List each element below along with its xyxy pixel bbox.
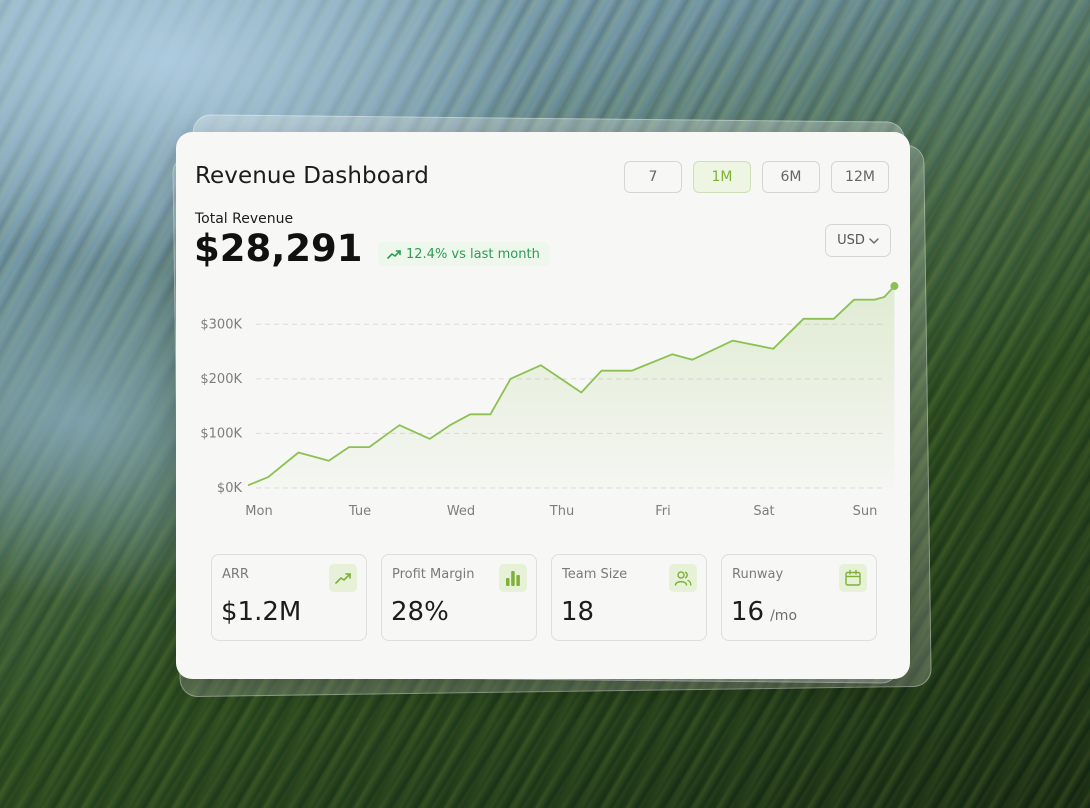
x-tick-label: Fri: [655, 504, 671, 519]
revenue-chart: $0K $100K $200K $300K Mon Tue Wed Thu Fri Sat Sun: [200, 282, 899, 519]
x-tick-label: Thu: [549, 504, 574, 519]
x-tick-label: Sat: [753, 504, 774, 519]
stat-label: Profit Margin: [392, 567, 475, 582]
stat-card-arr: ARR $1.2M: [211, 554, 367, 641]
bar-chart-icon: [499, 564, 527, 592]
stat-value: 16/mo: [731, 597, 798, 627]
stat-card-team-size: Team Size 18: [551, 554, 707, 641]
stat-label: Runway: [732, 567, 784, 582]
x-tick-label: Sun: [853, 504, 878, 519]
x-tick-label: Mon: [245, 504, 272, 519]
stat-value: $1.2M: [221, 597, 302, 627]
latest-point-marker: [890, 282, 899, 291]
trend-up-icon: [329, 564, 357, 592]
stat-card-profit-margin: Profit Margin 28%: [381, 554, 537, 641]
calendar-icon: [839, 564, 867, 592]
stat-card-runway: Runway 16/mo: [721, 554, 877, 641]
stat-value: 18: [561, 597, 595, 627]
stat-label: ARR: [222, 567, 249, 582]
series-area-fill: [248, 286, 895, 488]
users-icon: [669, 564, 697, 592]
revenue-dashboard-card: Revenue Dashboard 7 1M 6M 12M Total Reve…: [176, 132, 910, 679]
x-tick-label: Tue: [348, 504, 371, 519]
stat-value: 28%: [391, 597, 449, 627]
y-tick-label: $300K: [200, 317, 242, 332]
y-tick-label: $0K: [217, 481, 243, 496]
stat-unit: /mo: [770, 608, 798, 624]
stat-label: Team Size: [562, 567, 628, 582]
y-tick-label: $100K: [200, 426, 242, 441]
y-tick-label: $200K: [200, 372, 242, 387]
x-tick-label: Wed: [447, 504, 475, 519]
